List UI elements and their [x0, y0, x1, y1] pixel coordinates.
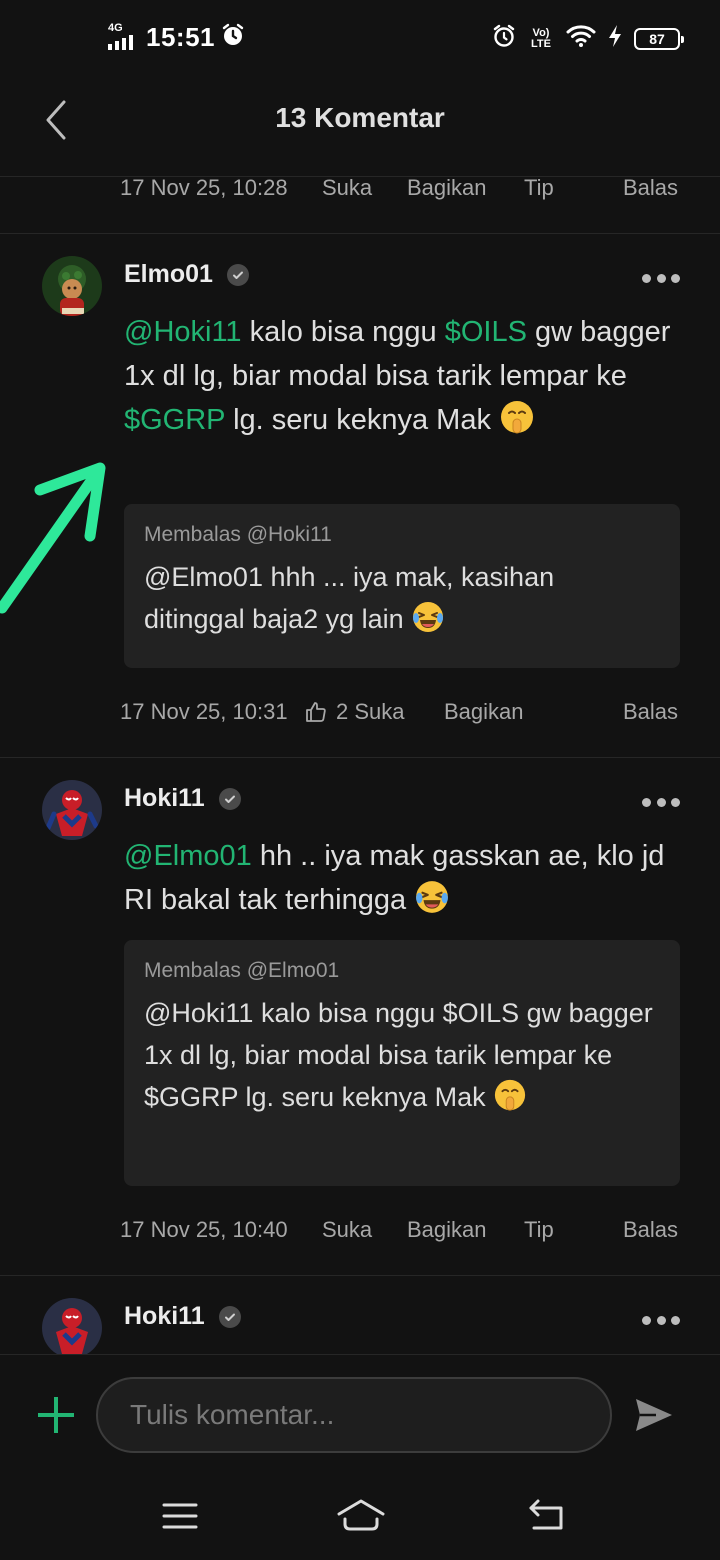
home-button[interactable]	[336, 1498, 386, 1534]
like-count: 2 Suka	[336, 699, 405, 724]
tip-button[interactable]: Tip	[524, 168, 554, 208]
alarm-status-icon	[492, 24, 516, 53]
quote-body: @Hoki11 kalo bisa nggu $OILS gw bagger 1…	[144, 992, 660, 1124]
more-options-icon[interactable]	[642, 274, 680, 284]
page-title: 13 Komentar	[275, 102, 445, 133]
comment-meta-row: 17 Nov 25, 10:31 2 Suka Bagikan Balas	[0, 692, 720, 732]
status-time: 15:51	[146, 22, 215, 52]
network-type: 4G	[108, 21, 123, 34]
comment-item: Hoki11	[0, 1276, 720, 1354]
comment-meta-row: 17 Nov 25, 10:28 Suka Bagikan Tip Balas	[0, 168, 720, 208]
send-icon	[636, 1399, 672, 1431]
quote-text: @Hoki11 kalo bisa nggu $OILS gw bagger 1…	[144, 998, 653, 1112]
verified-icon	[218, 787, 241, 810]
comment-body: @Elmo01 hh .. iya mak gasskan ae, klo jd…	[124, 834, 684, 928]
back-arrow-icon	[529, 1499, 563, 1530]
mention-link[interactable]: @Hoki11	[124, 316, 242, 348]
username[interactable]: Hoki11	[124, 1302, 241, 1331]
add-attachment-button[interactable]	[36, 1395, 76, 1435]
status-right: Vo) LTE 87	[492, 24, 684, 53]
quote-header: Membalas @Elmo01	[144, 959, 340, 982]
laughing-tears-icon	[411, 600, 445, 646]
ticker-link[interactable]: $OILS	[445, 316, 527, 348]
username-text: Hoki11	[124, 784, 205, 812]
comment-meta-row: 17 Nov 25, 10:40 Suka Bagikan Tip Balas	[0, 1210, 720, 1250]
send-button[interactable]	[634, 1397, 674, 1433]
like-button[interactable]: 2 Suka	[304, 692, 405, 732]
home-icon	[337, 1499, 385, 1531]
share-button[interactable]: Bagikan	[444, 692, 524, 732]
annotation-arrow-icon	[0, 462, 106, 614]
comment-divider	[0, 233, 720, 234]
status-bar: 4G 15:51 Vo) LTE 87	[0, 0, 720, 78]
back-nav-button[interactable]	[528, 1498, 568, 1534]
menu-icon	[162, 1503, 198, 1529]
username[interactable]: Elmo01	[124, 260, 249, 289]
comment-date: 17 Nov 25, 10:40	[120, 1217, 288, 1242]
app-header: 13 Komentar	[0, 78, 720, 176]
comment-body: @Hoki11 kalo bisa nggu $OILS gw bagger 1…	[124, 310, 684, 448]
comments-screen: 4G 15:51 Vo) LTE 87 13 Komentar 17 Nov 2…	[0, 0, 720, 1560]
laughing-tears-icon	[414, 879, 450, 928]
comment-text: kalo bisa nggu	[241, 316, 445, 348]
comment-date: 17 Nov 25, 10:31	[120, 699, 288, 724]
avatar[interactable]	[42, 780, 102, 840]
reply-button[interactable]: Balas	[623, 1210, 678, 1250]
comment-date: 17 Nov 25, 10:28	[120, 175, 288, 200]
thumbs-up-icon	[306, 702, 326, 722]
tip-button[interactable]: Tip	[524, 1210, 554, 1250]
comment-text: lg. seru keknya Mak	[225, 404, 500, 436]
comment-input[interactable]	[96, 1377, 612, 1453]
more-options-icon[interactable]	[642, 798, 680, 808]
mention-link[interactable]: @Elmo01	[124, 840, 252, 872]
quote-body: @Elmo01 hhh ... iya mak, kasihan ditingg…	[144, 556, 660, 646]
alarm-icon	[221, 23, 245, 52]
signal-icon: 4G	[108, 21, 140, 52]
battery-icon: 87	[634, 27, 684, 50]
quoted-reply[interactable]: Membalas @Elmo01 @Hoki11 kalo bisa nggu …	[124, 940, 680, 1186]
reply-button[interactable]: Balas	[623, 692, 678, 732]
charging-icon	[608, 24, 622, 53]
battery-level: 87	[649, 30, 665, 47]
menu-button[interactable]	[162, 1498, 202, 1534]
status-left: 4G 15:51	[108, 22, 245, 53]
like-button[interactable]: Suka	[322, 168, 372, 208]
shushing-face-icon	[493, 1078, 527, 1124]
system-nav-bar	[0, 1474, 720, 1560]
more-options-icon[interactable]	[642, 1316, 680, 1326]
username[interactable]: Hoki11	[124, 784, 241, 813]
avatar[interactable]	[42, 1298, 102, 1354]
shushing-face-icon	[499, 399, 535, 448]
quoted-reply[interactable]: Membalas @Hoki11 @Elmo01 hhh ... iya mak…	[124, 504, 680, 668]
username-text: Elmo01	[124, 260, 213, 288]
ticker-link[interactable]: $GGRP	[124, 404, 225, 436]
username-text: Hoki11	[124, 1302, 205, 1330]
comment-divider	[0, 757, 720, 758]
share-button[interactable]: Bagikan	[407, 1210, 487, 1250]
comment-composer	[0, 1354, 720, 1474]
avatar[interactable]	[42, 256, 102, 316]
reply-button[interactable]: Balas	[623, 168, 678, 208]
quote-text: @Elmo01 hhh ... iya mak, kasihan ditingg…	[144, 562, 555, 634]
verified-icon	[226, 263, 249, 286]
volte-indicator: Vo) LTE	[531, 26, 551, 50]
share-button[interactable]: Bagikan	[407, 168, 487, 208]
wifi-icon	[566, 24, 596, 53]
verified-icon	[218, 1305, 241, 1328]
like-button[interactable]: Suka	[322, 1210, 372, 1250]
quote-header: Membalas @Hoki11	[144, 523, 332, 546]
